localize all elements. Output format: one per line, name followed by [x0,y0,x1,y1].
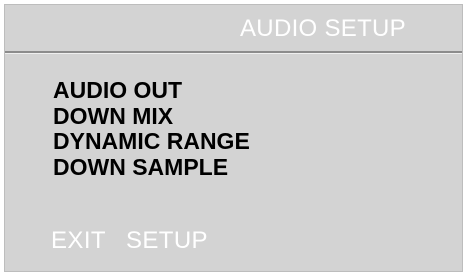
setup-label: SETUP [125,227,208,254]
menu-item-dynamic-range[interactable]: DYNAMIC RANGE [53,128,250,155]
header-divider [5,51,462,54]
menu-footer: EXIT SETUP [51,227,208,255]
exit-label: EXIT [51,227,106,254]
menu-item-down-sample[interactable]: DOWN SAMPLE [53,154,250,181]
exit-setup-button[interactable]: EXIT SETUP [51,227,208,254]
menu-header: AUDIO SETUP [5,5,462,51]
audio-setup-panel: AUDIO SETUP AUDIO OUT DOWN MIX DYNAMIC R… [4,4,463,272]
audio-setup-menu: AUDIO OUT DOWN MIX DYNAMIC RANGE DOWN SA… [53,77,250,181]
menu-item-audio-out[interactable]: AUDIO OUT [53,77,250,104]
page-title: AUDIO SETUP [240,15,406,42]
menu-item-down-mix[interactable]: DOWN MIX [53,103,250,130]
